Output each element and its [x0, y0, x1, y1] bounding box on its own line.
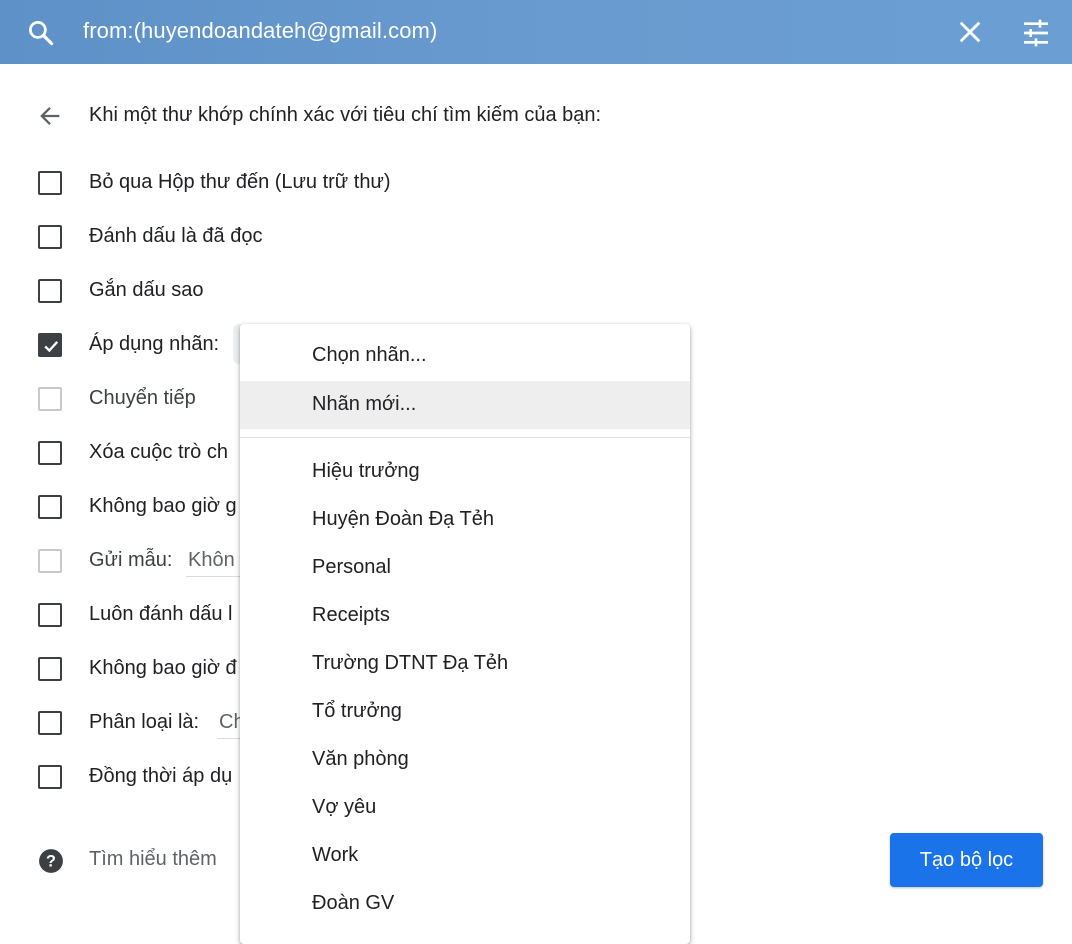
- option-label: Phân loại là:: [89, 711, 200, 733]
- menu-item-label: Chọn nhãn...: [312, 344, 427, 366]
- filter-heading: Khi một thư khớp chính xác với tiêu chí …: [89, 104, 602, 126]
- checkbox[interactable]: [38, 765, 62, 789]
- menu-item-label: Trường DTNT Đạ Tẻh: [312, 652, 509, 674]
- option-label: Chuyển tiếp: [89, 387, 196, 409]
- menu-divider: [240, 437, 690, 438]
- checkbox[interactable]: [38, 225, 62, 249]
- menu-item-label: Work: [312, 844, 359, 866]
- menu-item-label-option[interactable]: Văn phòng: [240, 736, 690, 784]
- menu-item-label-option[interactable]: Huyện Đoàn Đạ Tẻh: [240, 496, 690, 544]
- menu-item-label-option[interactable]: Hiệu trưởng: [240, 448, 690, 496]
- option-label: Đánh dấu là đã đọc: [89, 225, 263, 247]
- menu-item-label-option[interactable]: Đoàn GV: [240, 880, 690, 928]
- menu-item-label-option[interactable]: Work: [240, 832, 690, 880]
- checkbox-disabled[interactable]: [38, 387, 62, 411]
- search-bar: from:(huyendoandateh@gmail.com): [0, 0, 1072, 64]
- option-label: Luôn đánh dấu l: [89, 603, 233, 625]
- option-label: Bỏ qua Hộp thư đến (Lưu trữ thư): [89, 171, 391, 193]
- menu-item-choose-label[interactable]: Chọn nhãn...: [240, 332, 690, 380]
- checkbox[interactable]: [38, 441, 62, 465]
- menu-item-label-option[interactable]: Tổ trưởng: [240, 688, 690, 736]
- search-icon[interactable]: [26, 18, 56, 48]
- menu-item-label: Tổ trưởng: [312, 700, 402, 722]
- menu-item-label: Nhãn mới...: [312, 393, 417, 415]
- menu-item-label: Huyện Đoàn Đạ Tẻh: [312, 508, 494, 530]
- learn-more-link[interactable]: Tìm hiểu thêm: [89, 848, 217, 871]
- checkbox-checked[interactable]: [38, 333, 62, 357]
- svg-text:?: ?: [46, 852, 56, 870]
- option-label: Xóa cuộc trò ch: [89, 441, 228, 463]
- menu-item-label: Văn phòng: [312, 748, 409, 770]
- option-label: Gửi mẫu:: [89, 549, 173, 571]
- menu-item-label-option[interactable]: Trường DTNT Đạ Tẻh: [240, 640, 690, 688]
- search-query[interactable]: from:(huyendoandateh@gmail.com): [83, 18, 437, 44]
- menu-item-label: Vợ yêu: [312, 796, 377, 818]
- menu-item-new-label[interactable]: Nhãn mới...: [240, 381, 690, 429]
- menu-item-label-option[interactable]: Vợ yêu: [240, 784, 690, 832]
- checkbox[interactable]: [38, 603, 62, 627]
- option-label: Không bao giờ g: [89, 495, 237, 517]
- checkbox[interactable]: [38, 711, 62, 735]
- checkbox-disabled[interactable]: [38, 549, 62, 573]
- check-icon: [44, 341, 59, 353]
- label-dropdown-menu: Chọn nhãn... Nhãn mới... Hiệu trưởng Huy…: [240, 324, 690, 944]
- option-label: Đồng thời áp dụ: [89, 765, 233, 787]
- menu-item-label-option[interactable]: Receipts: [240, 592, 690, 640]
- checkbox[interactable]: [38, 171, 62, 195]
- tune-icon[interactable]: [1020, 17, 1052, 49]
- option-label: Gắn dấu sao: [89, 279, 204, 301]
- create-filter-button[interactable]: Tạo bộ lọc: [890, 833, 1043, 887]
- menu-item-label: Personal: [312, 556, 391, 578]
- checkbox[interactable]: [38, 495, 62, 519]
- menu-item-label: Đoàn GV: [312, 892, 395, 914]
- option-label: Áp dụng nhãn:: [89, 333, 220, 355]
- option-label: Không bao giờ đ: [89, 657, 237, 679]
- menu-item-label: Receipts: [312, 604, 390, 626]
- menu-item-label-option[interactable]: Personal: [240, 544, 690, 592]
- help-icon[interactable]: ?: [38, 848, 64, 874]
- close-icon[interactable]: [956, 18, 984, 46]
- checkbox[interactable]: [38, 279, 62, 303]
- back-arrow-icon[interactable]: [36, 102, 64, 130]
- checkbox[interactable]: [38, 657, 62, 681]
- menu-item-label: Hiệu trưởng: [312, 460, 420, 482]
